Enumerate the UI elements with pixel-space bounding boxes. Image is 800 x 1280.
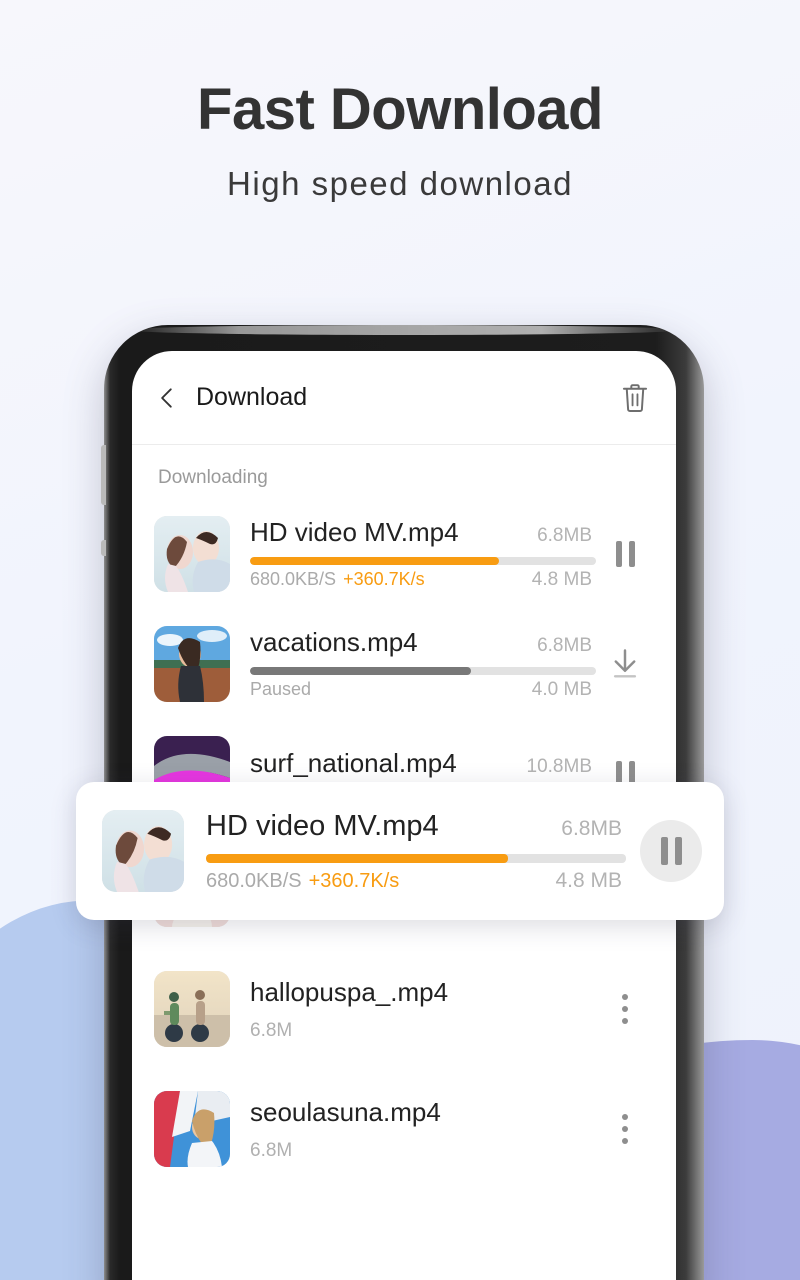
hero-section: Fast Download High speed download: [0, 0, 800, 203]
download-status: Paused: [250, 679, 312, 699]
chevron-left-icon[interactable]: [154, 385, 180, 411]
floating-card-boost: +360.7K/s: [308, 869, 400, 892]
download-downloaded-size: 4.0 MB: [531, 679, 592, 700]
progress-bar[interactable]: [250, 557, 596, 565]
download-info: vacations.mp4 6.8MB Paused 4.0 MB: [250, 627, 596, 701]
file-size: 6.8M: [250, 1019, 293, 1041]
phone-power-button[interactable]: [101, 540, 106, 556]
file-name: seoulasuna.mp4: [250, 1096, 441, 1127]
download-row[interactable]: HD video MV.mp4 6.8MB 680.0KB/S +360.7K/s…: [132, 499, 676, 609]
pause-icon: [615, 541, 635, 567]
file-name: hallopuspa_.mp4: [250, 976, 449, 1007]
download-top-row: vacations.mp4 6.8MB: [250, 627, 596, 658]
progress-bar-fill: [250, 667, 472, 675]
floating-card-pause-button[interactable]: [640, 820, 702, 882]
trash-icon[interactable]: [620, 382, 650, 414]
floating-card-speed: 680.0KB/S: [206, 869, 302, 892]
page-subtitle: High speed download: [227, 165, 573, 202]
floating-card-total-size: 6.8MB: [561, 816, 622, 840]
thumbnail-couple-embrace-photo: [102, 810, 184, 892]
download-info: HD video MV.mp4 6.8MB 680.0KB/S +360.7K/s…: [250, 517, 596, 591]
download-downloaded-size: 4.8 MB: [531, 569, 592, 590]
section-label-downloading: Downloading: [158, 467, 268, 488]
pause-button[interactable]: [596, 541, 654, 567]
download-top-row: HD video MV.mp4 6.8MB: [250, 517, 596, 548]
floating-card-file-name: HD video MV.mp4: [206, 809, 439, 842]
download-bottom-row: Paused 4.0 MB: [250, 679, 596, 701]
file-menu-button[interactable]: [596, 994, 654, 1024]
resume-download-button[interactable]: [596, 648, 654, 680]
file-info: seoulasuna.mp4 6.8M: [250, 1097, 596, 1162]
download-boost: +360.7K/s: [343, 569, 425, 589]
page-title: Fast Download: [197, 77, 603, 142]
download-arrow-icon: [613, 649, 637, 678]
download-file-name: vacations.mp4: [250, 627, 418, 657]
download-top-row: surf_national.mp4 10.8MB: [250, 748, 596, 779]
floating-download-card[interactable]: HD video MV.mp4 6.8MB 680.0KB/S +360.7K/s…: [76, 782, 724, 920]
download-file-name: HD video MV.mp4: [250, 517, 459, 547]
progress-bar-fill: [250, 557, 500, 565]
file-row[interactable]: seoulasuna.mp4 6.8M: [132, 1069, 676, 1189]
download-total-size: 6.8MB: [537, 635, 592, 656]
download-speed: 680.0KB/S: [250, 569, 337, 589]
floating-card-top-row: HD video MV.mp4 6.8MB: [206, 810, 626, 843]
thumbnail-woman-airplane-photo: [154, 1091, 230, 1167]
download-bottom-row: 680.0KB/S +360.7K/s 4.8 MB: [250, 569, 596, 591]
floating-card-progress-fill: [206, 853, 509, 863]
file-row[interactable]: hallopuspa_.mp4 6.8M: [132, 949, 676, 1069]
floating-card-info: HD video MV.mp4 6.8MB 680.0KB/S +360.7K/s…: [206, 810, 626, 893]
phone-volume-button[interactable]: [101, 445, 106, 505]
file-menu-button[interactable]: [596, 1114, 654, 1144]
thumbnail-scooters-sunset-photo: [154, 971, 230, 1047]
download-speed-group: 680.0KB/S +360.7K/s: [250, 569, 425, 590]
app-title: Download: [196, 383, 308, 411]
floating-card-speed-group: 680.0KB/S +360.7K/s: [206, 870, 399, 893]
thumbnail-couple-embrace-photo: [154, 516, 230, 592]
download-row[interactable]: vacations.mp4 6.8MB Paused 4.0 MB: [132, 609, 676, 719]
download-total-size: 6.8MB: [537, 525, 592, 546]
app-header: Download: [132, 351, 676, 445]
pause-icon: [660, 837, 682, 865]
more-vertical-icon: [622, 1114, 628, 1144]
file-size: 6.8M: [250, 1139, 293, 1161]
download-total-size: 10.8MB: [526, 756, 592, 777]
floating-card-bottom-row: 680.0KB/S +360.7K/s 4.8 MB: [206, 869, 626, 893]
file-info: hallopuspa_.mp4 6.8M: [250, 977, 596, 1042]
progress-bar[interactable]: [250, 667, 596, 675]
more-vertical-icon: [622, 994, 628, 1024]
download-file-name: surf_national.mp4: [250, 748, 457, 778]
floating-card-downloaded-size: 4.8 MB: [555, 868, 622, 892]
thumbnail-woman-beach-photo: [154, 626, 230, 702]
phone-top-gloss: [128, 325, 680, 335]
floating-card-progress-bar[interactable]: [206, 853, 626, 863]
